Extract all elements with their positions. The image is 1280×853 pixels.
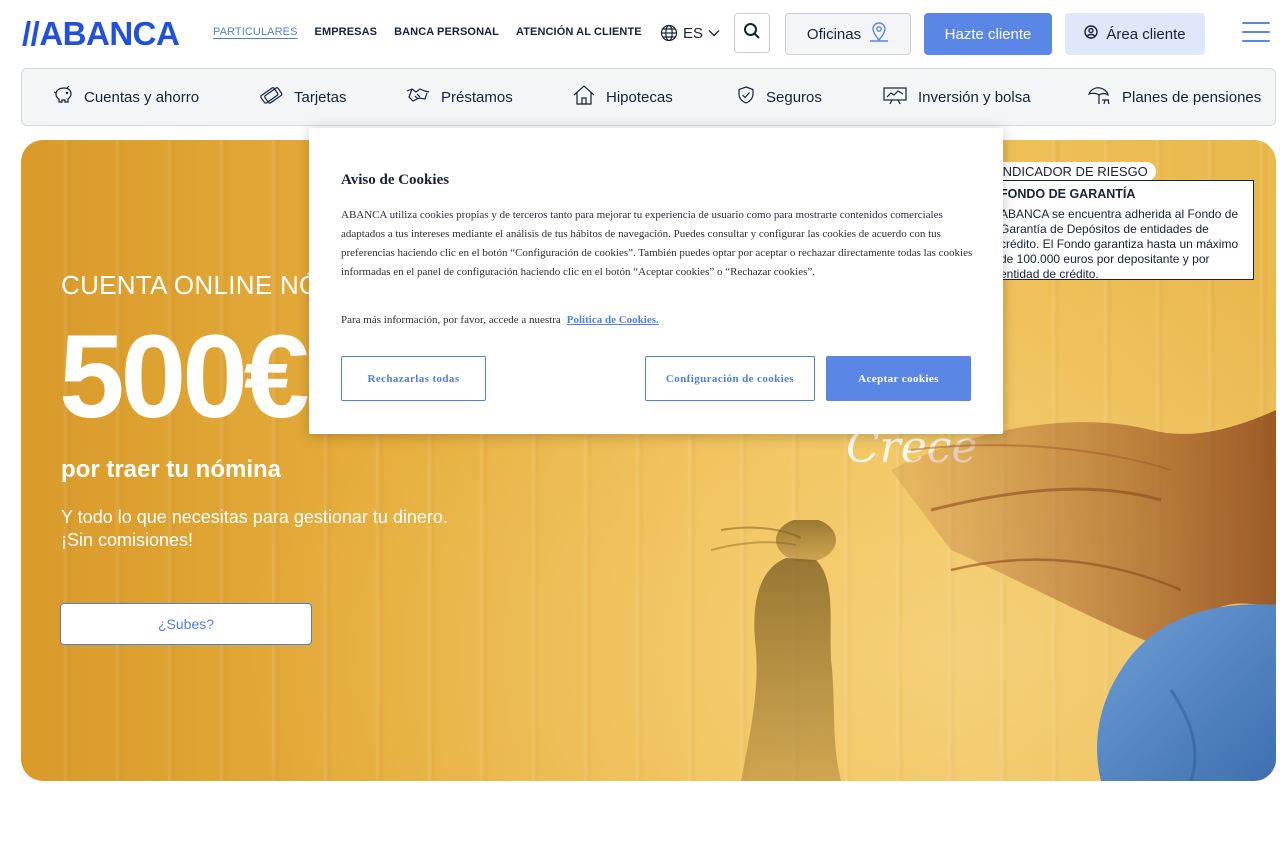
cookie-policy-link[interactable]: Política de Cookies.: [567, 314, 659, 326]
cookie-settings-button[interactable]: Configuración de cookies: [645, 356, 815, 401]
product-label: Tarjetas: [294, 88, 347, 106]
product-hipotecas[interactable]: Hipotecas: [572, 69, 673, 125]
product-planes-pensiones[interactable]: Planes de pensiones: [1086, 69, 1261, 125]
main-nav: PARTICULARES EMPRESAS BANCA PERSONAL ATE…: [213, 26, 659, 38]
woman-photo-image: [891, 410, 1276, 781]
hero-description-line: Y todo lo que necesitas para gestionar t…: [61, 507, 448, 527]
language-selector[interactable]: ES: [660, 24, 720, 42]
globe-icon: [660, 24, 678, 42]
chart-board-icon: [882, 85, 908, 109]
product-nav-bar: Cuentas y ahorro Tarjetas Préstamos Hipo…: [21, 68, 1276, 126]
hero-description: Y todo lo que necesitas para gestionar t…: [61, 506, 481, 552]
cookie-body-text: ABANCA utiliza cookies propias y de terc…: [341, 209, 973, 278]
user-icon: [1084, 25, 1099, 43]
oficinas-label: Oficinas: [806, 25, 862, 43]
product-cuentas-ahorro[interactable]: Cuentas y ahorro: [52, 69, 199, 125]
product-label: Planes de pensiones: [1122, 88, 1262, 106]
abanca-logo[interactable]: //ABANCA: [22, 14, 180, 54]
product-seguros[interactable]: Seguros: [736, 69, 822, 125]
reject-cookies-button[interactable]: Rechazarlas todas: [341, 356, 486, 401]
hero-subtitle: por traer tu nómina: [61, 456, 282, 483]
cookie-consent-dialog: Aviso de Cookies ABANCA utiliza cookies …: [309, 128, 1003, 434]
area-cliente-button[interactable]: Área cliente: [1065, 13, 1205, 55]
shadow-silhouette-image: [711, 520, 841, 781]
product-label: Cuentas y ahorro: [84, 88, 200, 106]
product-label: Hipotecas: [606, 88, 673, 106]
subes-button[interactable]: ¿Subes?: [60, 603, 312, 645]
hero-amount: 500€: [59, 311, 310, 443]
hazte-cliente-button[interactable]: Hazte cliente: [924, 13, 1052, 55]
search-icon: [743, 22, 761, 45]
product-label: Seguros: [766, 88, 822, 106]
cookie-title: Aviso de Cookies: [341, 172, 450, 188]
nav-banca-personal[interactable]: BANCA PERSONAL: [394, 26, 499, 38]
beach-umbrella-icon: [1086, 84, 1112, 110]
shield-icon: [736, 85, 756, 109]
language-label: ES: [683, 24, 704, 42]
accept-cookies-button[interactable]: Aceptar cookies: [826, 356, 971, 401]
nav-empresas[interactable]: EMPRESAS: [315, 26, 378, 38]
oficinas-button[interactable]: Oficinas: [785, 13, 911, 55]
hero-description-line: ¡Sin comisiones!: [61, 530, 194, 550]
handshake-icon: [405, 85, 431, 109]
risk-indicator-box: FONDO DE GARANTÍA ABANCA se encuentra ad…: [969, 180, 1254, 281]
cookie-more-text: Para más información, por favor, accede …: [341, 314, 561, 326]
risk-title: FONDO DE GARANTÍA: [1000, 187, 1136, 201]
product-inversion-bolsa[interactable]: Inversión y bolsa: [882, 69, 1031, 125]
house-icon: [572, 84, 596, 110]
nav-atencion-cliente[interactable]: ATENCIÓN AL CLIENTE: [516, 26, 642, 38]
menu-icon[interactable]: [1242, 22, 1270, 46]
chevron-down-icon: [708, 29, 720, 37]
product-tarjetas[interactable]: Tarjetas: [258, 69, 347, 125]
product-label: Préstamos: [441, 88, 513, 106]
area-cliente-label: Área cliente: [1106, 25, 1186, 43]
search-button[interactable]: [734, 13, 770, 53]
cards-icon: [258, 85, 284, 109]
top-header: //ABANCA PARTICULARES EMPRESAS BANCA PER…: [0, 0, 1280, 68]
piggy-bank-icon: [52, 85, 74, 109]
location-pin-icon: [869, 21, 889, 47]
product-prestamos[interactable]: Préstamos: [405, 69, 513, 125]
nav-particulares[interactable]: PARTICULARES: [213, 26, 298, 38]
risk-text: ABANCA se encuentra adherida al Fondo de…: [1000, 207, 1239, 281]
cookie-more-info: Para más información, por favor, accede …: [341, 314, 973, 326]
product-label: Inversión y bolsa: [918, 88, 1031, 106]
